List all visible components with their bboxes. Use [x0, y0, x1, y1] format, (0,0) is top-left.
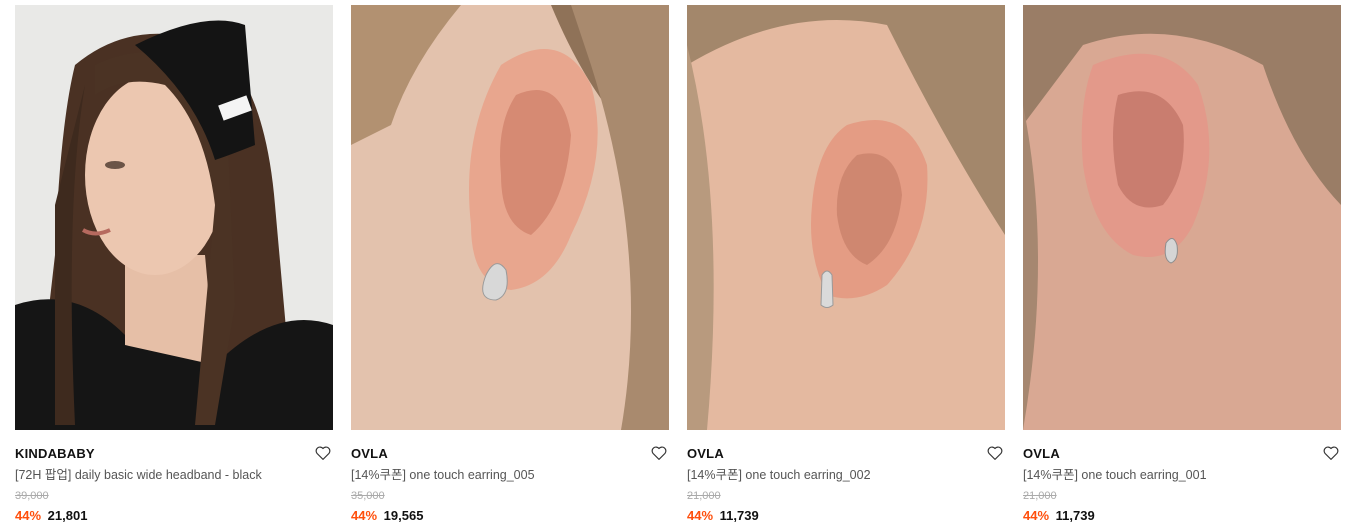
product-name[interactable]: [14%쿠폰] one touch earring_001: [1023, 466, 1341, 484]
ear-earring-photo: [351, 5, 669, 430]
heart-icon[interactable]: [986, 444, 1004, 462]
product-info: KINDABABY [72H 팝업] daily basic wide head…: [15, 430, 333, 525]
sale-price: 11,739: [719, 508, 759, 523]
product-info: OVLA [14%쿠폰] one touch earring_005 35,00…: [351, 430, 669, 525]
product-image[interactable]: [15, 5, 333, 430]
product-image[interactable]: [1023, 5, 1341, 430]
price-row: 44% 19,565: [351, 507, 669, 525]
price-row: 44% 11,739: [1023, 507, 1341, 525]
discount-rate: 44%: [15, 508, 42, 523]
sale-price: 11,739: [1055, 508, 1095, 523]
brand-row: OVLA: [687, 443, 1005, 463]
product-grid: KINDABABY [72H 팝업] daily basic wide head…: [15, 5, 1341, 525]
brand-row: OVLA: [351, 443, 669, 463]
brand-name[interactable]: OVLA: [1023, 446, 1060, 461]
product-card[interactable]: OVLA [14%쿠폰] one touch earring_005 35,00…: [351, 5, 669, 525]
product-name[interactable]: [72H 팝업] daily basic wide headband - bla…: [15, 466, 333, 484]
heart-icon[interactable]: [650, 444, 668, 462]
original-price: 21,000: [1023, 490, 1057, 502]
product-image[interactable]: [351, 5, 669, 430]
heart-icon[interactable]: [1322, 444, 1340, 462]
product-name[interactable]: [14%쿠폰] one touch earring_002: [687, 466, 1005, 484]
heart-icon[interactable]: [314, 444, 332, 462]
brand-row: KINDABABY: [15, 443, 333, 463]
brand-name[interactable]: KINDABABY: [15, 446, 95, 461]
product-info: OVLA [14%쿠폰] one touch earring_002 21,00…: [687, 430, 1005, 525]
product-name[interactable]: [14%쿠폰] one touch earring_005: [351, 466, 669, 484]
product-card[interactable]: OVLA [14%쿠폰] one touch earring_001 21,00…: [1023, 5, 1341, 525]
brand-name[interactable]: OVLA: [687, 446, 724, 461]
product-card[interactable]: OVLA [14%쿠폰] one touch earring_002 21,00…: [687, 5, 1005, 525]
discount-rate: 44%: [1023, 508, 1050, 523]
ear-earring-photo: [1023, 5, 1341, 430]
ear-earring-photo: [687, 5, 1005, 430]
discount-rate: 44%: [351, 508, 378, 523]
original-price: 39,000: [15, 490, 49, 502]
product-card[interactable]: KINDABABY [72H 팝업] daily basic wide head…: [15, 5, 333, 525]
price-row: 44% 11,739: [687, 507, 1005, 525]
product-image[interactable]: [687, 5, 1005, 430]
sale-price: 19,565: [383, 508, 424, 523]
brand-row: OVLA: [1023, 443, 1341, 463]
product-info: OVLA [14%쿠폰] one touch earring_001 21,00…: [1023, 430, 1341, 525]
original-price: 35,000: [351, 490, 385, 502]
original-price: 21,000: [687, 490, 721, 502]
price-row: 44% 21,801: [15, 507, 333, 525]
discount-rate: 44%: [687, 508, 714, 523]
sale-price: 21,801: [47, 508, 88, 523]
brand-name[interactable]: OVLA: [351, 446, 388, 461]
headband-model-photo: [15, 5, 333, 430]
